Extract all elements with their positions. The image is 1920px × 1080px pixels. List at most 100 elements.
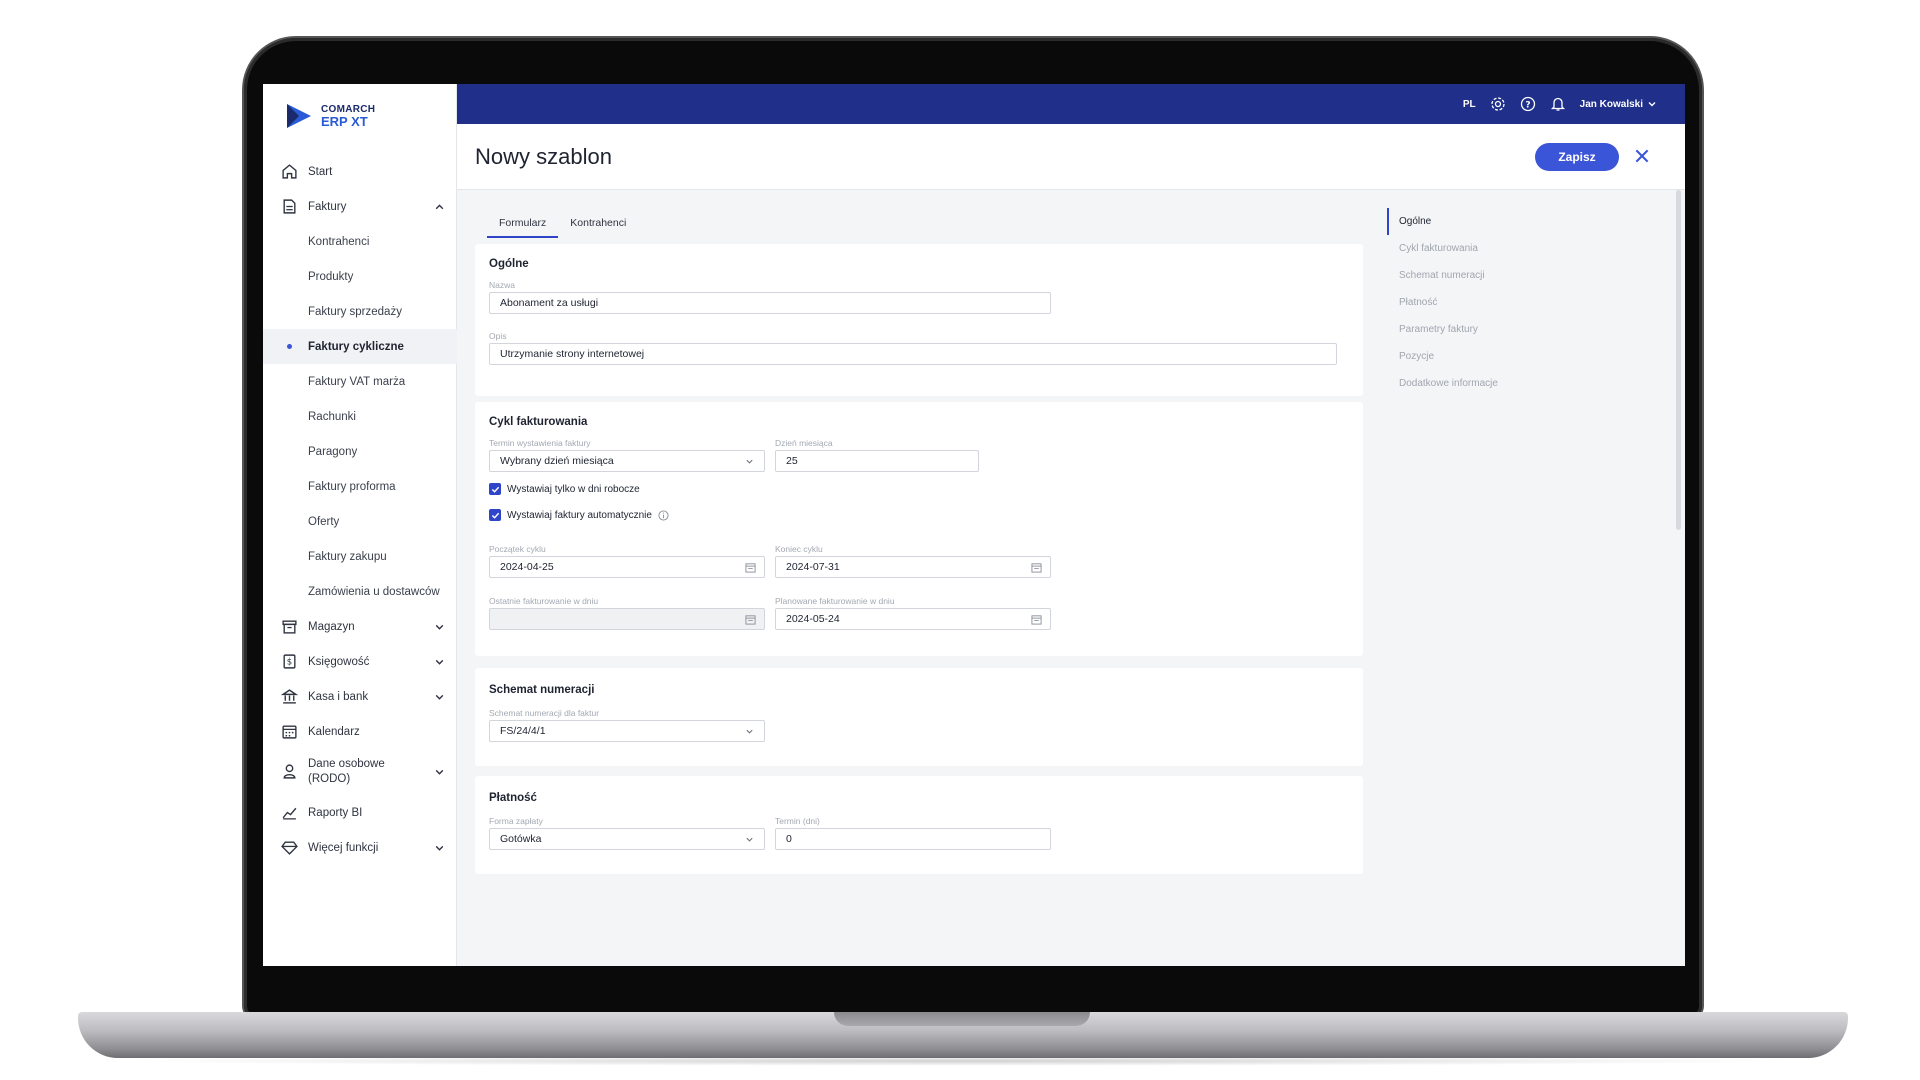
anchor-dodatkowe-informacje[interactable]: Dodatkowe informacje (1387, 370, 1587, 397)
planned-invoicing-input[interactable]: 2024-05-24 (775, 608, 1051, 630)
calendar-icon[interactable] (745, 562, 756, 573)
sidebar-item-faktury-vat-marza[interactable]: Faktury VAT marża (263, 364, 457, 399)
issue-term-select[interactable]: Wybrany dzień miesiąca (489, 450, 765, 472)
person-icon (283, 764, 296, 779)
checkbox-checked[interactable] (489, 483, 501, 495)
sidebar-item-faktury-zakupu[interactable]: Faktury zakupu (263, 539, 457, 574)
sidebar-item-paragony[interactable]: Paragony (263, 434, 457, 469)
check-icon (491, 512, 499, 519)
sidebar-item-label: Więcej funkcji (308, 841, 379, 854)
bell-icon[interactable] (1550, 96, 1566, 112)
sidebar-item-rodo[interactable]: Dane osobowe (RODO) (263, 749, 457, 795)
anchor-pozycje[interactable]: Pozycje (1387, 343, 1587, 370)
sidebar-item-raporty-bi[interactable]: Raporty BI (263, 795, 457, 830)
day-of-month-input[interactable]: 25 (775, 450, 979, 472)
payment-method-select[interactable]: Gotówka (489, 828, 765, 850)
anchor-parametry-faktury[interactable]: Parametry faktury (1387, 316, 1587, 343)
calendar-icon[interactable] (1031, 562, 1042, 573)
tab-formularz[interactable]: Formularz (487, 210, 559, 238)
anchor-ogolne[interactable]: Ogólne (1387, 208, 1587, 235)
anchor-platnosc[interactable]: Płatność (1387, 289, 1587, 316)
chevron-down-icon (746, 837, 753, 842)
cycle-start-input[interactable]: 2024-04-25 (489, 556, 765, 578)
field-label: Koniec cyklu (775, 544, 823, 554)
description-input[interactable]: Utrzymanie strony internetowej (489, 343, 1337, 365)
invoice-icon (283, 199, 296, 214)
gear-icon[interactable] (1490, 96, 1506, 112)
anchor-schemat-numeracji[interactable]: Schemat numeracji (1387, 262, 1587, 289)
checkbox-checked[interactable] (489, 509, 501, 521)
sidebar-item-faktury-cykliczne[interactable]: Faktury cykliczne (263, 329, 457, 364)
section-numbering: Schemat numeracji Schemat numeracji dla … (475, 668, 1363, 766)
sidebar-item-label: Kalendarz (308, 725, 360, 738)
section-title: Płatność (489, 792, 537, 804)
checkbox-label: Wystawiaj faktury automatycznie (507, 509, 652, 521)
sidebar-item-magazyn[interactable]: Magazyn (263, 609, 457, 644)
accounting-icon: $ (283, 654, 296, 669)
laptop-notch (834, 1012, 1090, 1026)
sidebar-item-kontrahenci[interactable]: Kontrahenci (263, 224, 457, 259)
input-value: 2024-07-31 (786, 561, 840, 573)
sidebar-item-label: Faktury VAT marża (308, 375, 406, 388)
tab-kontrahenci[interactable]: Kontrahenci (558, 210, 638, 238)
section-title: Cykl fakturowania (489, 416, 588, 428)
sidebar-item-kasa-i-bank[interactable]: Kasa i bank (263, 679, 457, 714)
user-menu[interactable]: Jan Kowalski (1580, 99, 1657, 110)
select-value: Gotówka (500, 833, 542, 845)
sidebar-item-ksiegowosc[interactable]: $ Księgowość (263, 644, 457, 679)
sidebar-item-start[interactable]: Start (263, 154, 457, 189)
chevron-down-icon (435, 845, 444, 851)
field-label: Opis (489, 331, 507, 341)
sidebar-item-label: Rachunki (308, 410, 356, 423)
sidebar-nav: Start Faktury Kontrahenci Produkty Faktu… (263, 154, 457, 865)
sidebar-item-label: Start (308, 165, 333, 178)
sidebar-item-faktury-proforma[interactable]: Faktury proforma (263, 469, 457, 504)
user-name: Jan Kowalski (1579, 98, 1643, 110)
checkbox-label: Wystawiaj tylko w dni robocze (507, 483, 640, 495)
help-icon[interactable]: ? (1520, 96, 1536, 112)
select-value: FS/24/4/1 (500, 725, 546, 737)
section-payment: Płatność Forma zapłaty Gotówka Termin (d… (475, 776, 1363, 874)
workdays-checkbox[interactable]: Wystawiaj tylko w dni robocze (489, 483, 640, 495)
bank-icon (281, 689, 298, 704)
calendar-icon (282, 725, 297, 739)
sidebar-item-label: Kasa i bank (308, 690, 369, 703)
sidebar-item-faktury[interactable]: Faktury (263, 189, 457, 224)
tab-bar: Formularz Kontrahenci (487, 210, 638, 238)
section-anchor-menu: Ogólne Cykl fakturowania Schemat numerac… (1387, 208, 1587, 397)
language-switch[interactable]: PL (1463, 99, 1476, 110)
chevron-down-icon (435, 659, 444, 665)
sidebar-item-zamowienia[interactable]: Zamówienia u dostawców (263, 574, 457, 609)
chevron-up-icon (435, 204, 444, 210)
cycle-end-input[interactable]: 2024-07-31 (775, 556, 1051, 578)
home-icon (282, 164, 297, 179)
name-input[interactable]: Abonament za usługi (489, 292, 1051, 314)
close-icon[interactable] (1633, 147, 1651, 165)
calendar-icon[interactable] (1031, 614, 1042, 625)
info-icon[interactable] (658, 509, 669, 521)
field-label: Forma zapłaty (489, 816, 543, 826)
sidebar-item-faktury-sprzedazy[interactable]: Faktury sprzedaży (263, 294, 457, 329)
sidebar-item-rachunki[interactable]: Rachunki (263, 399, 457, 434)
sidebar-item-oferty[interactable]: Oferty (263, 504, 457, 539)
payment-term-input[interactable]: 0 (775, 828, 1051, 850)
sidebar-item-kalendarz[interactable]: Kalendarz (263, 714, 457, 749)
app-logo[interactable]: COMARCH ERP XT (285, 102, 375, 130)
diamond-icon (281, 841, 298, 855)
sidebar-item-label: Produkty (308, 270, 354, 283)
anchor-cykl-fakturowania[interactable]: Cykl fakturowania (1387, 235, 1587, 262)
sidebar-item-label: Raporty BI (308, 806, 363, 819)
select-value: Wybrany dzień miesiąca (500, 455, 614, 467)
field-label: Planowane fakturowanie w dniu (775, 596, 895, 606)
logo-bottom-text: ERP XT (321, 114, 368, 129)
auto-issue-checkbox[interactable]: Wystawiaj faktury automatycznie (489, 509, 669, 521)
sidebar-item-produkty[interactable]: Produkty (263, 259, 457, 294)
save-button[interactable]: Zapisz (1535, 143, 1619, 171)
scrollbar[interactable] (1676, 190, 1681, 530)
sidebar-item-label: Faktury cykliczne (308, 340, 404, 353)
field-label: Ostatnie fakturowanie w dniu (489, 596, 599, 606)
sidebar-item-label: Kontrahenci (308, 235, 370, 248)
numbering-scheme-select[interactable]: FS/24/4/1 (489, 720, 765, 742)
sidebar-item-wiecej-funkcji[interactable]: Więcej funkcji (263, 830, 457, 865)
last-invoicing-input (489, 608, 765, 630)
